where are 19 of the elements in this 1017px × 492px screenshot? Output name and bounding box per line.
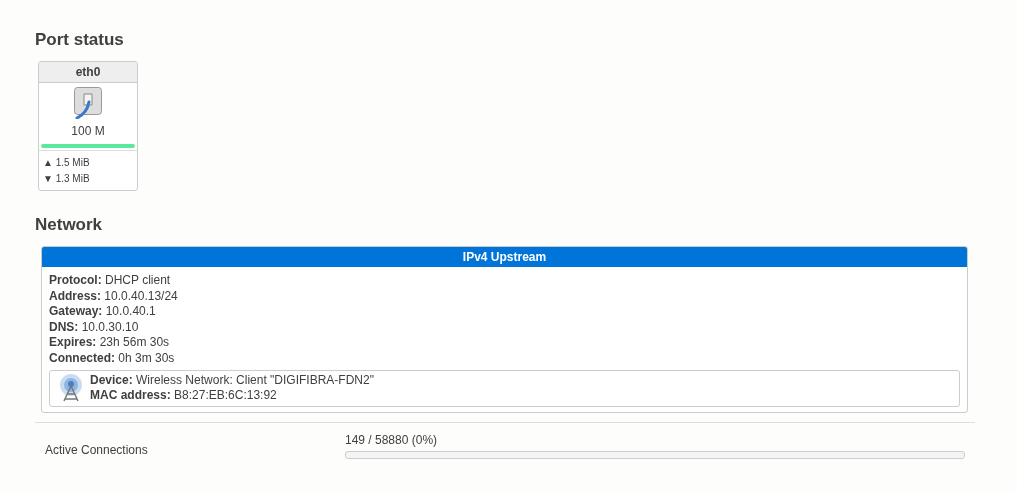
network-field: Address: 10.0.40.13/24	[49, 288, 960, 305]
section-title: Port status	[35, 30, 125, 50]
row-label: Active Connections	[45, 441, 149, 457]
port-name: eth0	[39, 62, 137, 83]
network-field: Connected: 0h 3m 30s	[49, 350, 960, 367]
network-field: Protocol: DHCP client	[49, 273, 960, 289]
wireless-tower-icon	[58, 374, 84, 403]
ethernet-port-icon	[73, 87, 103, 119]
network-field: Expires: 23h 56m 30s	[49, 335, 960, 351]
device-field: MAC address: B8:27:EB:6C:13:92	[90, 388, 374, 404]
network-field: DNS: 10.0.30.10	[49, 319, 960, 336]
device-field: Device: Wireless Network: Client "DIGIFIBRA-FDN2"	[90, 372, 374, 389]
connections-reading: 149 / 58880 (0%)	[345, 432, 439, 447]
upload-amount: ▲ 1.5 MiB	[43, 156, 91, 170]
port-speed: 100 M	[71, 124, 105, 138]
download-amount: ▼ 1.3 MiB	[43, 172, 91, 186]
network-field: Gateway: 10.0.40.1	[49, 304, 960, 320]
panel-title: IPv4 Upstream	[42, 247, 967, 267]
section-title: Network	[35, 215, 104, 235]
